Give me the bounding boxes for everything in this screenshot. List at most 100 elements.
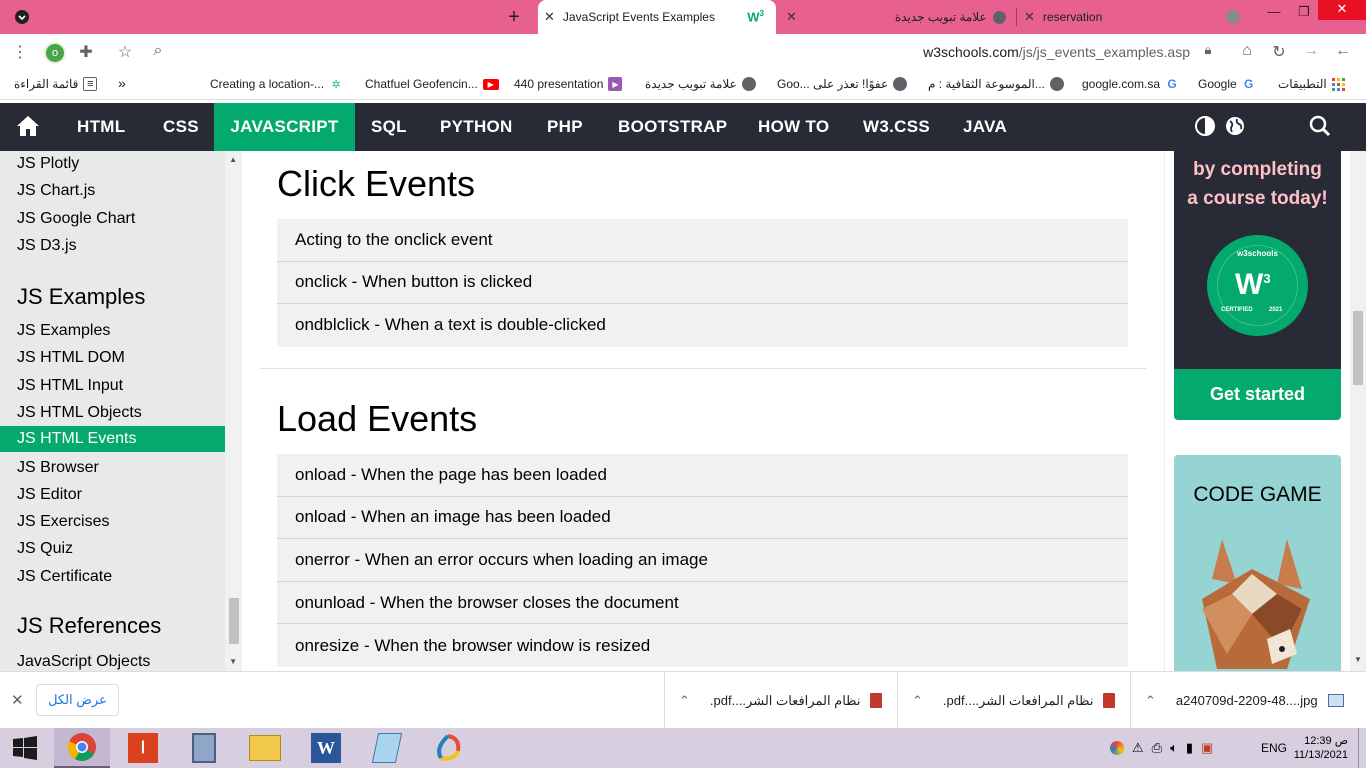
- url-field[interactable]: w3schools.com/js/js_events_examples.asp: [923, 44, 1190, 60]
- example-link[interactable]: onload - When an image has been loaded: [277, 497, 1128, 540]
- example-link[interactable]: onunload - When the browser closes the d…: [277, 582, 1128, 625]
- nav-w3css[interactable]: W3.CSS: [847, 103, 946, 151]
- page-scroll-thumb[interactable]: [1353, 311, 1363, 385]
- close-icon[interactable]: ✕: [1018, 9, 1041, 25]
- example-link[interactable]: onload - When the page has been loaded: [277, 454, 1128, 497]
- sidebar-item-js-chartjs[interactable]: JS Chart.js: [0, 178, 225, 204]
- example-link[interactable]: Acting to the onclick event: [277, 219, 1128, 262]
- taskbar-chrome[interactable]: [54, 728, 110, 768]
- taskbar-word[interactable]: W: [298, 728, 354, 768]
- bookmark-new-tab[interactable]: علامة تبويب جديدة: [645, 77, 756, 91]
- bookmark-chatfuel[interactable]: Chatfuel Geofencin... ▶: [365, 77, 499, 91]
- home-icon[interactable]: [14, 115, 42, 143]
- tab-new-tab[interactable]: ✕ علامة تبويب جديدة: [780, 0, 1016, 34]
- chevron-up-icon[interactable]: ⌃: [912, 693, 923, 709]
- close-icon[interactable]: ✕: [11, 691, 24, 709]
- chevron-up-icon[interactable]: ⌃: [679, 693, 690, 709]
- battery-icon[interactable]: ▣: [1201, 740, 1213, 756]
- taskbar-pdf-app[interactable]: ا: [115, 728, 171, 768]
- globe-icon[interactable]: [1221, 115, 1249, 143]
- menu-kebab-icon[interactable]: ⋮: [10, 42, 30, 62]
- zoom-icon[interactable]: ⌕: [148, 42, 168, 60]
- example-link[interactable]: onclick - When button is clicked: [277, 262, 1128, 305]
- printer-icon[interactable]: ⎙: [1152, 740, 1162, 756]
- bookmark-error-page[interactable]: Goo... عفوًا! تعذر على: [777, 77, 908, 91]
- sidebar-scroll-thumb[interactable]: [229, 598, 239, 644]
- dark-mode-icon[interactable]: [1191, 115, 1219, 143]
- show-desktop-button[interactable]: [1358, 728, 1366, 768]
- get-started-button[interactable]: Get started: [1174, 369, 1341, 420]
- close-icon[interactable]: ✕: [780, 9, 803, 25]
- bookmark-encyclopedia[interactable]: الموسوعة الثقافية : م...: [928, 77, 1064, 91]
- nav-php[interactable]: PHP: [531, 103, 599, 151]
- sidebar-scrollbar[interactable]: ▲ ▼: [225, 151, 242, 671]
- nav-javascript[interactable]: JAVASCRIPT: [214, 103, 355, 151]
- lock-icon[interactable]: 🔒︎: [1198, 42, 1218, 58]
- tray-app-icon[interactable]: [1110, 741, 1124, 755]
- nav-java[interactable]: JAVA: [947, 103, 1023, 151]
- sidebar-item-js-quiz[interactable]: JS Quiz: [0, 536, 225, 562]
- scroll-up-icon[interactable]: ▲: [229, 155, 237, 164]
- sidebar-item-js-certificate[interactable]: JS Certificate: [0, 564, 225, 590]
- taskbar-notepad[interactable]: [359, 728, 415, 768]
- sidebar-item-js-google-chart[interactable]: JS Google Chart: [0, 206, 225, 232]
- code-game-ad[interactable]: CODE GAME: [1174, 455, 1341, 671]
- reload-icon[interactable]: ↻: [1269, 42, 1289, 62]
- search-icon[interactable]: [1306, 115, 1334, 143]
- language-indicator[interactable]: ENG: [1261, 728, 1287, 768]
- bookmark-apps[interactable]: التطبيقات: [1278, 77, 1346, 91]
- sidebar-item-js-html-dom[interactable]: JS HTML DOM: [0, 345, 225, 371]
- clock[interactable]: 12:39 ص 11/13/2021: [1294, 728, 1348, 768]
- close-window-icon[interactable]: ✕: [1318, 0, 1366, 20]
- sidebar-item-js-examples[interactable]: JS Examples: [0, 318, 225, 344]
- taskbar-calculator[interactable]: [176, 728, 232, 768]
- bookmark-creating-location[interactable]: Creating a location-... ✲: [210, 77, 343, 91]
- volume-icon[interactable]: 🔈︎: [1170, 740, 1178, 756]
- nav-python[interactable]: PYTHON: [424, 103, 529, 151]
- nav-sql[interactable]: SQL: [355, 103, 423, 151]
- bookmark-google[interactable]: Google G: [1198, 77, 1256, 91]
- bookmarks-overflow-icon[interactable]: »: [118, 75, 126, 91]
- minimize-icon[interactable]: —: [1260, 4, 1288, 19]
- close-icon[interactable]: ✕: [538, 9, 561, 25]
- nav-bootstrap[interactable]: BOOTSTRAP: [602, 103, 743, 151]
- sidebar-item-js-browser[interactable]: JS Browser: [0, 455, 225, 481]
- bookmark-reading-list[interactable]: قائمة القراءة ≡: [14, 77, 98, 91]
- bookmark-440-presentation[interactable]: 440 presentation ▶: [514, 77, 623, 91]
- sidebar-item-js-objects[interactable]: JavaScript Objects: [0, 649, 225, 671]
- example-link[interactable]: onerror - When an error occurs when load…: [277, 539, 1128, 582]
- extensions-icon[interactable]: ✚: [76, 42, 96, 62]
- nav-how-to[interactable]: HOW TO: [742, 103, 845, 151]
- certificate-ad[interactable]: by completing a course today! w3schools …: [1174, 151, 1341, 369]
- scroll-down-icon[interactable]: ▼: [229, 657, 237, 666]
- tab-reservation[interactable]: ✕ reservation: [1018, 0, 1250, 34]
- back-icon[interactable]: ←: [1333, 42, 1353, 60]
- tab-search-icon[interactable]: [14, 9, 30, 25]
- sidebar-item-js-html-input[interactable]: JS HTML Input: [0, 373, 225, 399]
- nav-html[interactable]: HTML: [61, 103, 141, 151]
- home-icon[interactable]: ⌂: [1237, 42, 1257, 60]
- example-link[interactable]: onresize - When the browser window is re…: [277, 624, 1128, 667]
- example-link[interactable]: ondblclick - When a text is double-click…: [277, 304, 1128, 347]
- sidebar-item-js-exercises[interactable]: JS Exercises: [0, 509, 225, 535]
- sidebar-item-js-plotly[interactable]: JS Plotly: [0, 151, 225, 177]
- sidebar-item-js-editor[interactable]: JS Editor: [0, 482, 225, 508]
- forward-icon[interactable]: →: [1301, 42, 1321, 60]
- bookmark-google-sa[interactable]: google.com.sa G: [1082, 77, 1179, 91]
- nav-css[interactable]: CSS: [147, 103, 215, 151]
- start-button[interactable]: [0, 728, 50, 768]
- signal-icon[interactable]: ▮: [1186, 740, 1193, 756]
- sidebar-item-js-html-events[interactable]: JS HTML Events: [0, 426, 225, 452]
- chevron-up-icon[interactable]: ⌃: [1145, 693, 1156, 709]
- download-item[interactable]: ⌃ .pdf....نظام المرافعات الشر: [897, 672, 1130, 729]
- page-scrollbar[interactable]: ▼: [1350, 151, 1366, 671]
- show-all-button[interactable]: عرض الكل: [36, 684, 119, 716]
- tab-javascript-events[interactable]: ✕ JavaScript Events Examples W3: [538, 0, 776, 34]
- taskbar-file-explorer[interactable]: [237, 728, 293, 768]
- restore-icon[interactable]: ❐: [1290, 4, 1318, 20]
- bookmark-star-icon[interactable]: ☆: [115, 42, 135, 62]
- profile-avatar[interactable]: o: [44, 42, 66, 64]
- download-item[interactable]: ⌃ .pdf....نظام المرافعات الشر: [664, 672, 897, 729]
- sidebar-item-js-html-objects[interactable]: JS HTML Objects: [0, 400, 225, 426]
- taskbar-app[interactable]: [420, 728, 476, 768]
